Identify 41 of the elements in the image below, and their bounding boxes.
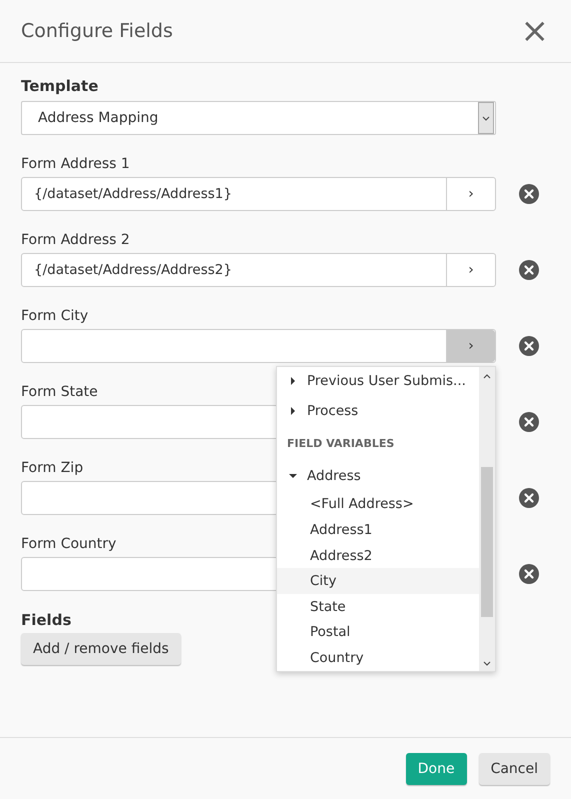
scroll-up-icon[interactable]: [483, 373, 491, 379]
tree-item[interactable]: Previous User Submis...: [277, 367, 479, 395]
remove-icon[interactable]: [519, 488, 539, 508]
template-select[interactable]: Address Mapping: [21, 101, 496, 135]
tree-item[interactable]: Address1: [277, 517, 479, 543]
dialog-title: Configure Fields: [21, 20, 173, 42]
expand-triangle-icon[interactable]: [289, 407, 297, 416]
remove-icon[interactable]: [519, 412, 539, 432]
mapping-field[interactable]: {/dataset/Address/Address1} ›: [21, 177, 496, 211]
template-label: Template: [21, 77, 100, 95]
expand-triangle-icon[interactable]: [289, 472, 297, 480]
tree-item[interactable]: Address2: [277, 542, 479, 568]
tree-item[interactable]: <Full Address>: [277, 491, 479, 518]
field-label: Form State: [21, 384, 98, 400]
field-label: Form Address 2: [21, 232, 130, 248]
tree-item[interactable]: State: [277, 594, 479, 620]
browse-button[interactable]: ›: [446, 330, 495, 362]
cancel-button[interactable]: Cancel: [478, 752, 550, 784]
add-remove-fields-button[interactable]: Add / remove fields: [21, 633, 181, 665]
field-label: Form Address 1: [21, 156, 130, 172]
field-label: Form City: [21, 308, 88, 324]
tree-item[interactable]: City: [277, 568, 479, 594]
remove-icon[interactable]: [519, 184, 539, 204]
section-header: FIELD VARIABLES: [286, 436, 396, 452]
scrollbar[interactable]: [479, 367, 495, 671]
remove-icon[interactable]: [519, 564, 539, 584]
tree-item[interactable]: Postal: [277, 620, 479, 646]
mapping-field[interactable]: ›: [21, 329, 496, 363]
field-label: Form Country: [21, 536, 116, 552]
tree-item[interactable]: Country: [277, 645, 479, 671]
remove-icon[interactable]: [519, 336, 539, 356]
field-label: Form Zip: [21, 460, 84, 476]
scroll-down-icon[interactable]: [483, 661, 491, 667]
remove-icon[interactable]: [519, 260, 539, 280]
chevron-down-icon: [482, 116, 490, 120]
tree-item[interactable]: Process: [277, 394, 479, 428]
tree-item[interactable]: Address: [277, 460, 479, 492]
close-button[interactable]: ×: [516, 14, 553, 48]
mapping-field[interactable]: {/dataset/Address/Address2} ›: [21, 253, 496, 287]
fields-heading: Fields: [21, 611, 72, 629]
expand-triangle-icon[interactable]: [289, 376, 297, 385]
